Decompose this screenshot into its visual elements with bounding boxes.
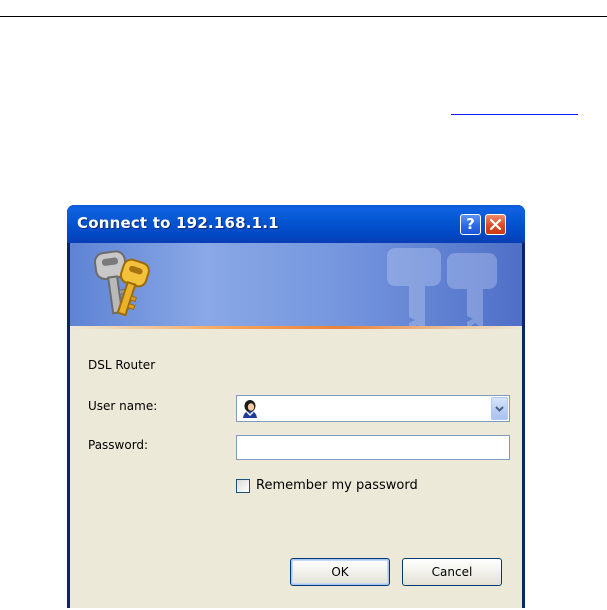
password-field[interactable]	[236, 435, 510, 460]
help-button[interactable]: ?	[460, 214, 481, 235]
close-button[interactable]	[485, 214, 506, 235]
keys-icon	[93, 250, 150, 317]
help-icon: ?	[466, 215, 475, 233]
banner-accent-line	[70, 326, 522, 329]
top-divider-line	[0, 16, 607, 17]
ok-button[interactable]: OK	[290, 558, 390, 586]
user-name-combobox[interactable]	[236, 395, 510, 422]
document-link-underline	[451, 114, 578, 115]
remember-password-label[interactable]: Remember my password	[256, 478, 418, 493]
user-name-label: User name:	[88, 399, 158, 413]
user-name-dropdown-button[interactable]	[491, 397, 508, 420]
dialog-title: Connect to 192.168.1.1	[77, 214, 279, 232]
chevron-down-icon	[495, 406, 504, 412]
realm-label: DSL Router	[88, 358, 156, 372]
login-dialog: Connect to 192.168.1.1 ? DSL Router User…	[67, 205, 525, 608]
banner-watermark-keys-icon	[387, 248, 497, 326]
cancel-button[interactable]: Cancel	[402, 558, 502, 586]
user-icon	[243, 400, 257, 418]
password-label: Password:	[88, 438, 149, 452]
dialog-titlebar[interactable]: Connect to 192.168.1.1 ?	[67, 205, 525, 243]
dialog-body: DSL Router User name: Password: Remember…	[70, 243, 522, 608]
remember-password-checkbox[interactable]	[236, 479, 250, 493]
dialog-banner	[70, 243, 522, 326]
close-icon	[489, 218, 502, 231]
